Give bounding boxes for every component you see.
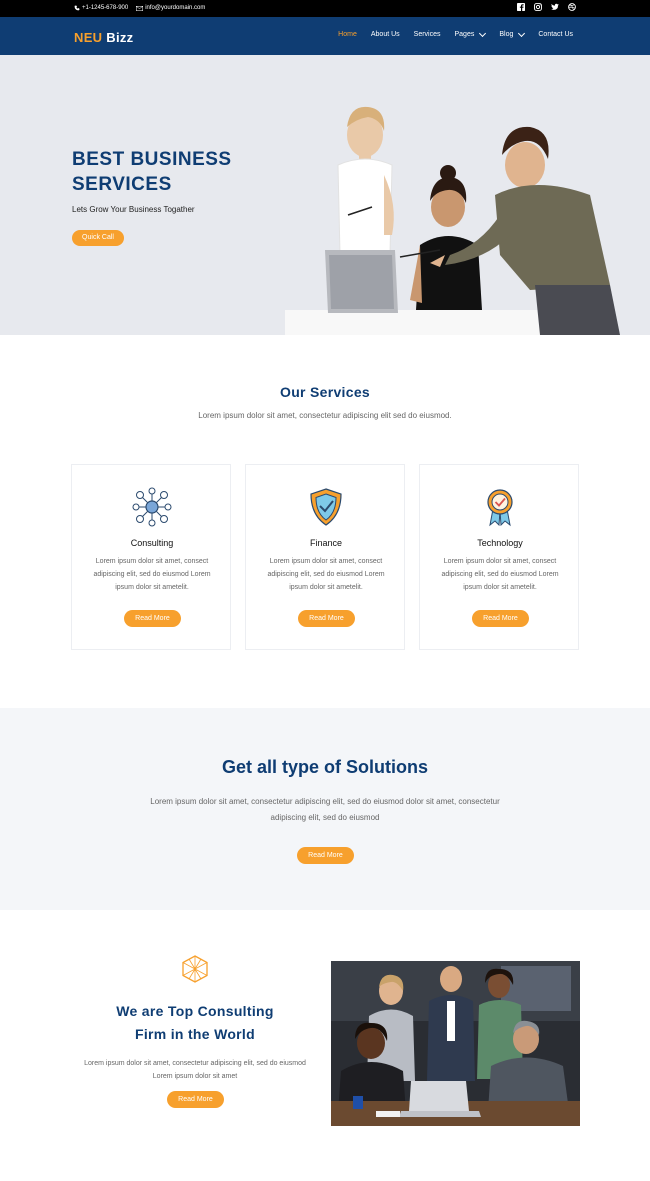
chevron-down-icon bbox=[518, 29, 526, 37]
hero-title: BEST BUSINESS SERVICES bbox=[72, 147, 292, 197]
services-title: Our Services bbox=[280, 384, 370, 400]
instagram-icon[interactable] bbox=[534, 3, 542, 11]
read-more-button[interactable]: Read More bbox=[167, 1091, 224, 1108]
quick-call-button[interactable]: Quick Call bbox=[72, 230, 124, 246]
nav-item-contact[interactable]: Contact Us bbox=[538, 31, 573, 38]
nav-item-home[interactable]: Home bbox=[338, 31, 357, 38]
nav-item-blog-label: Blog bbox=[499, 31, 514, 38]
solutions-title: Get all type of Solutions bbox=[221, 757, 428, 777]
card-title: Finance bbox=[309, 538, 343, 548]
card-title: Consulting bbox=[130, 538, 174, 548]
consulting-title-line2: Firm in the World bbox=[135, 1026, 255, 1042]
social-links bbox=[517, 3, 576, 11]
nav-item-about[interactable]: About Us bbox=[371, 31, 400, 38]
chevron-down-icon bbox=[479, 29, 487, 37]
award-badge-icon bbox=[487, 489, 513, 527]
card-text: Lorem ipsum dolor sit amet, consect adip… bbox=[441, 558, 559, 591]
hero-subtitle: Lets Grow Your Business Togather bbox=[72, 205, 195, 214]
hero-team-image bbox=[285, 106, 620, 335]
twitter-icon[interactable] bbox=[551, 3, 559, 11]
hero-title-line2: SERVICES bbox=[72, 174, 172, 195]
hero-title-line1: BEST BUSINESS bbox=[72, 149, 232, 170]
consulting-title: We are Top Consulting Firm in the World bbox=[70, 1000, 320, 1046]
card-title: Technology bbox=[477, 538, 523, 548]
card-text: Lorem ipsum dolor sit amet, consect adip… bbox=[93, 558, 211, 591]
brand-logo[interactable]: NEU Bizz bbox=[74, 30, 133, 45]
solutions-section: Get all type of Solutions Lorem ipsum do… bbox=[0, 708, 650, 910]
nav-item-pages[interactable]: Pages bbox=[454, 29, 487, 38]
top-bar: +1-1245-678-900 info@yourdomain.com bbox=[0, 0, 650, 17]
nav-item-services[interactable]: Services bbox=[414, 31, 441, 38]
read-more-button[interactable]: Read More bbox=[298, 610, 355, 627]
consulting-title-line1: We are Top Consulting bbox=[116, 1003, 274, 1019]
nav-item-pages-label: Pages bbox=[454, 31, 475, 38]
read-more-button[interactable]: Read More bbox=[124, 610, 181, 627]
nav-item-blog[interactable]: Blog bbox=[499, 29, 526, 38]
service-card-finance: Finance Lorem ipsum dolor sit amet, cons… bbox=[245, 464, 405, 650]
service-card-technology: Technology Lorem ipsum dolor sit amet, c… bbox=[419, 464, 579, 650]
phone-icon bbox=[74, 5, 80, 11]
nav-menu: Home About Us Services Pages Blog Contac… bbox=[338, 29, 573, 38]
mail-icon bbox=[136, 5, 144, 11]
hero-section: BEST BUSINESS SERVICES Lets Grow Your Bu… bbox=[0, 55, 650, 335]
services-subtitle: Lorem ipsum dolor sit amet, consectetur … bbox=[198, 411, 452, 420]
top-contact: +1-1245-678-900 info@yourdomain.com bbox=[74, 5, 205, 11]
facebook-icon[interactable] bbox=[517, 3, 525, 11]
service-card-consulting: Consulting Lorem ipsum dolor sit amet, c… bbox=[71, 464, 231, 650]
phone-number: +1-1245-678-900 bbox=[82, 5, 129, 11]
shield-check-icon bbox=[310, 488, 342, 526]
consulting-text: Lorem ipsum dolor sit amet, consectetur … bbox=[84, 1060, 306, 1080]
card-text: Lorem ipsum dolor sit amet, consect adip… bbox=[267, 558, 385, 591]
solutions-text: Lorem ipsum dolor sit amet, consectetur … bbox=[150, 797, 500, 822]
team-meeting-image bbox=[331, 961, 580, 1126]
read-more-button[interactable]: Read More bbox=[472, 610, 529, 627]
main-nav: NEU Bizz Home About Us Services Pages Bl… bbox=[0, 17, 650, 55]
hexagon-logo-icon bbox=[182, 955, 208, 983]
read-more-button[interactable]: Read More bbox=[297, 847, 354, 864]
network-icon bbox=[132, 487, 172, 527]
dribbble-icon[interactable] bbox=[568, 3, 576, 11]
email-address: info@yourdomain.com bbox=[145, 5, 206, 11]
email-contact[interactable]: info@yourdomain.com bbox=[136, 5, 205, 11]
brand-bizz: Bizz bbox=[106, 30, 134, 45]
phone-contact[interactable]: +1-1245-678-900 bbox=[74, 5, 128, 11]
brand-neu: NEU bbox=[74, 30, 103, 45]
